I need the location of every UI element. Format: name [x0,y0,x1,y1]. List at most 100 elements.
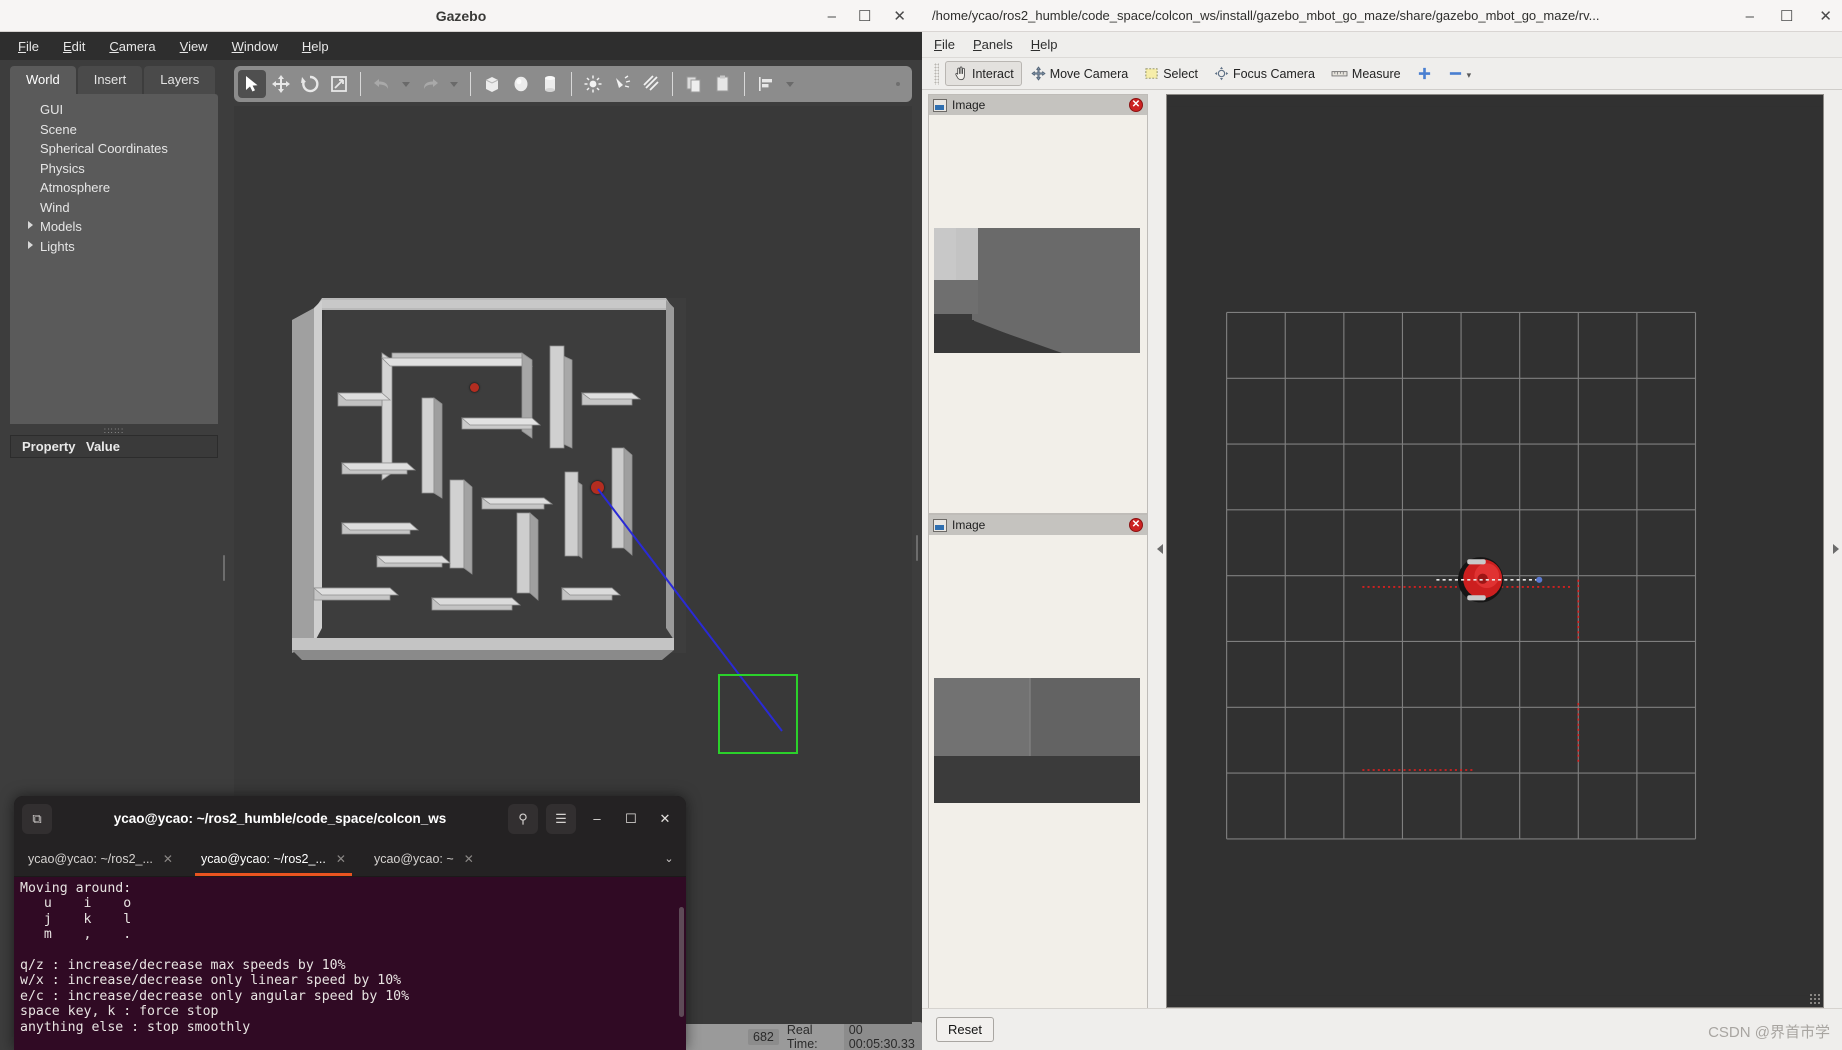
terminal-maximize-button[interactable]: ☐ [618,806,644,832]
sim-time-value: 682 [748,1029,779,1045]
reset-button[interactable]: Reset [936,1017,994,1042]
gazebo-menu-camera[interactable]: Camera [99,36,165,57]
align-dropdown-caret-icon[interactable] [786,81,794,87]
tool-dropdown-caret-icon[interactable]: ▾ [1467,70,1472,81]
gazebo-robot-marker [591,481,604,494]
gazebo-tree-item-lights[interactable]: Lights [10,237,218,257]
gazebo-tab-world[interactable]: World [10,66,76,94]
image-panel-2-body[interactable] [929,535,1147,1013]
terminal-tab-2[interactable]: ycao@ycao: ~/ros2_... ✕ [187,841,360,876]
gazebo-menu-window[interactable]: Window [222,36,288,57]
image-panel-1-close-button[interactable]: ✕ [1129,98,1143,112]
terminal-minimize-button[interactable]: – [584,806,610,832]
rviz-3d-view[interactable] [1166,94,1824,1008]
tool-interact[interactable]: Interact [945,61,1022,86]
gazebo-menu-file[interactable]: File [8,36,49,57]
gazebo-tree-item-wind[interactable]: Wind [10,198,218,218]
gazebo-maximize-button[interactable]: ☐ [858,9,871,24]
rviz-menu-panels[interactable]: Panels [973,37,1013,52]
toolbar-drag-handle[interactable] [934,62,939,85]
terminal-tab-3[interactable]: ycao@ycao: ~ ✕ [360,841,488,876]
spot-light-icon[interactable] [608,70,636,98]
undo-icon[interactable] [368,70,396,98]
collapse-right-arrow-icon[interactable] [1833,544,1839,554]
toolbar-overflow-dot-icon[interactable] [896,82,900,86]
redo-dropdown-caret-icon[interactable] [450,81,458,87]
redo-icon[interactable] [416,70,444,98]
tool-label: Focus Camera [1232,66,1315,81]
rviz-menu-help[interactable]: Help [1031,37,1058,52]
terminal-tab-list-caret-icon[interactable]: ⌄ [652,841,686,876]
rviz-3d-resize-grip[interactable] [1809,993,1821,1005]
terminal-line: q/z : increase/decrease max speeds by 10… [20,958,346,974]
tool-add-display[interactable] [1410,62,1439,85]
terminal-scrollbar[interactable] [679,907,684,1017]
terminal-output[interactable]: Moving around: u i o j k l m , . q/z : i… [14,877,686,1050]
maze-rendering [292,298,686,660]
gazebo-world-tree[interactable]: GUI Scene Spherical Coordinates Physics … [10,94,218,424]
tool-measure[interactable]: Measure [1324,62,1408,85]
gazebo-menu-view[interactable]: View [170,36,218,57]
point-light-icon[interactable] [579,70,607,98]
box-icon[interactable] [478,70,506,98]
gazebo-tree-item-models[interactable]: Models [10,217,218,237]
gazebo-minimize-button[interactable]: – [828,9,836,24]
gazebo-panel-splitter[interactable]: ∷∷∷ [0,426,228,436]
gazebo-window-controls: – ☐ ✕ [828,0,914,32]
copy-icon[interactable] [680,70,708,98]
rviz-menu-file[interactable]: File [934,37,955,52]
image-panel-1-body[interactable] [929,115,1147,513]
rviz-left-divider[interactable] [1154,90,1166,1008]
gazebo-tree-item-scene[interactable]: Scene [10,120,218,140]
new-tab-button[interactable]: ⧉ [22,803,52,834]
gazebo-tree-item-physics[interactable]: Physics [10,159,218,179]
rviz-right-divider[interactable] [1830,90,1842,1008]
tool-remove-display[interactable]: ▾ [1441,62,1479,85]
rviz-maximize-button[interactable]: ☐ [1780,9,1793,24]
image-panel-2-close-button[interactable]: ✕ [1129,518,1143,532]
terminal-tab-3-close-icon[interactable]: ✕ [464,852,474,866]
gazebo-tree-item-gui[interactable]: GUI [10,100,218,120]
paste-icon[interactable] [709,70,737,98]
terminal-line: space key, k : force stop [20,1004,219,1020]
rviz-minimize-button[interactable]: – [1746,9,1754,24]
gazebo-tab-layers[interactable]: Layers [144,66,216,94]
expand-triangle-icon[interactable] [28,240,33,249]
directional-light-icon[interactable] [637,70,665,98]
tree-label: Models [40,219,82,234]
scale-icon[interactable] [325,70,353,98]
expand-triangle-icon[interactable] [28,221,33,229]
tool-move-camera[interactable]: Move Camera [1024,62,1136,85]
cylinder-icon[interactable] [536,70,564,98]
collapse-left-arrow-icon[interactable] [1157,544,1163,554]
gazebo-tree-item-atmosphere[interactable]: Atmosphere [10,178,218,198]
image-panel-1: Image ✕ [928,94,1148,514]
gazebo-close-button[interactable]: ✕ [893,9,906,24]
minus-icon [1449,72,1461,75]
hamburger-menu-button[interactable]: ☰ [546,803,576,834]
real-time-label: Real Time: [786,1023,818,1050]
terminal-close-button[interactable]: ✕ [652,806,678,832]
gazebo-tab-insert[interactable]: Insert [77,66,143,94]
gazebo-property-header: Property Value [11,436,217,457]
gazebo-menu-help[interactable]: Help [292,36,339,57]
terminal-tab-1[interactable]: ycao@ycao: ~/ros2_... ✕ [14,841,187,876]
sphere-icon[interactable] [507,70,535,98]
select-arrow-icon[interactable] [238,70,266,98]
search-button[interactable]: ⚲ [508,803,538,834]
align-icon[interactable] [752,70,780,98]
terminal-tab-1-close-icon[interactable]: ✕ [163,852,173,866]
tool-select[interactable]: Select [1137,62,1205,85]
gazebo-tree-item-spherical-coordinates[interactable]: Spherical Coordinates [10,139,218,159]
image-panel-2: Image ✕ [928,514,1148,1014]
tool-focus-camera[interactable]: Focus Camera [1207,62,1322,85]
gazebo-window-resize-handle[interactable] [912,60,922,1050]
rotate-icon[interactable] [296,70,324,98]
image-display-icon [933,98,947,112]
gazebo-menu-edit[interactable]: Edit [53,36,95,57]
translate-icon[interactable] [267,70,295,98]
rviz-close-button[interactable]: ✕ [1819,9,1832,24]
value-column-header: Value [86,439,120,454]
undo-dropdown-caret-icon[interactable] [402,81,410,87]
terminal-tab-2-close-icon[interactable]: ✕ [336,852,346,866]
